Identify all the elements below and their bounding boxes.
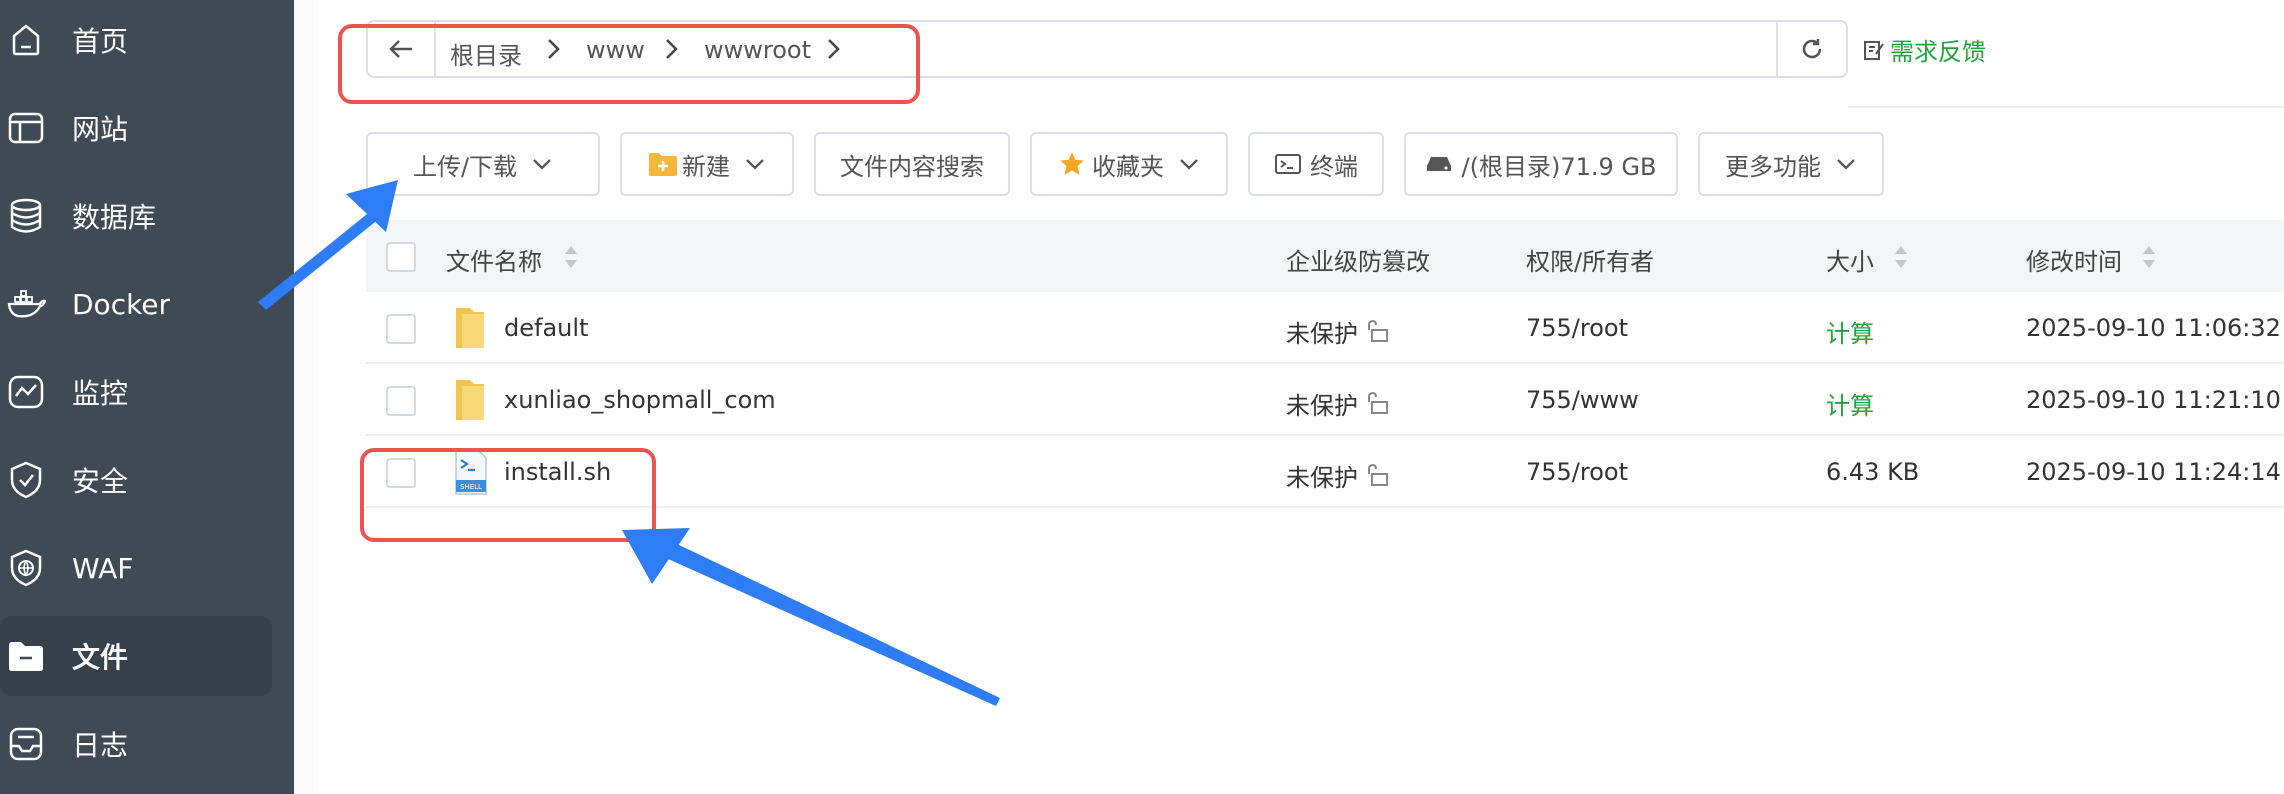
sidebar-item-logs[interactable]: 日志 (0, 704, 272, 784)
favorites-label: 收藏夹 (1092, 152, 1164, 181)
terminal-button[interactable]: 终端 (1248, 132, 1384, 196)
terminal-icon (1275, 154, 1301, 174)
modified-time: 2025-09-10 11:24:14 (2026, 458, 2281, 486)
sidebar-item-docker[interactable]: Docker (0, 264, 272, 344)
file-name[interactable]: default (504, 314, 588, 342)
table-row[interactable]: xunliao_shopmall_com 未保护 755/www 计算 2025… (366, 364, 2284, 436)
unlock-icon[interactable] (1366, 390, 1390, 416)
sidebar-item-label: 日志 (72, 729, 129, 762)
sort-icon[interactable] (564, 244, 578, 270)
modified-time: 2025-09-10 11:21:10 (2026, 386, 2281, 414)
sidebar-item-home[interactable]: 首页 (0, 0, 272, 80)
docker-icon (7, 290, 46, 318)
disk-label: /(根目录)71.9 GB (1461, 152, 1657, 181)
unlock-icon[interactable] (1366, 462, 1390, 488)
refresh-button[interactable] (1776, 22, 1846, 76)
more-functions-button[interactable]: 更多功能 (1698, 132, 1884, 196)
sidebar-item-label: 网站 (72, 113, 129, 146)
folder-icon (456, 308, 484, 348)
chevron-down-icon (1180, 159, 1198, 170)
upload-download-button[interactable]: 上传/下载 (366, 132, 600, 196)
upload-download-label: 上传/下载 (412, 152, 518, 181)
sidebar-item-waf[interactable]: WAF (0, 528, 272, 608)
refresh-icon (1802, 39, 1822, 59)
edit-icon (1864, 40, 1884, 60)
size-calc-link[interactable]: 计算 (1826, 386, 1874, 421)
log-icon (9, 727, 43, 761)
waf-icon (10, 549, 42, 587)
size-calc-link[interactable]: 计算 (1826, 314, 1874, 349)
star-icon (1060, 152, 1084, 175)
sidebar-item-label: 文件 (72, 641, 129, 674)
chevron-down-icon (746, 159, 764, 170)
sidebar-item-database[interactable]: 数据库 (0, 176, 272, 256)
folder-icon (9, 642, 43, 671)
annotation-highlight-file (360, 448, 656, 542)
protect-status: 未保护 (1286, 320, 1358, 348)
sidebar: 首页 网站 数据库 Docker 监控 安全 WAF 文件 日志 (0, 0, 294, 794)
column-header-size[interactable]: 大小 (1826, 242, 1874, 277)
database-icon (10, 198, 42, 233)
sidebar-item-label: 安全 (72, 465, 129, 498)
table-row[interactable]: default 未保护 755/root 计算 2025-09-10 11:06… (366, 292, 2284, 364)
sidebar-item-label: WAF (72, 551, 134, 585)
column-header-permission: 权限/所有者 (1526, 248, 1655, 276)
favorites-button[interactable]: 收藏夹 (1030, 132, 1228, 196)
annotation-highlight-path (338, 24, 920, 104)
protect-status: 未保护 (1286, 392, 1358, 420)
column-header-mtime[interactable]: 修改时间 (2026, 242, 2122, 277)
divider (1848, 106, 2284, 108)
sidebar-item-monitor[interactable]: 监控 (0, 352, 272, 432)
sidebar-item-files[interactable]: 文件 (0, 616, 272, 696)
modified-time: 2025-09-10 11:06:32 (2026, 314, 2281, 342)
row-checkbox[interactable] (386, 386, 416, 416)
protect-status: 未保护 (1286, 464, 1358, 492)
select-all-checkbox[interactable] (386, 242, 416, 272)
sidebar-item-label: 首页 (72, 25, 129, 58)
sidebar-item-label: 数据库 (72, 201, 157, 234)
chevron-down-icon (1837, 159, 1855, 170)
sort-icon[interactable] (1894, 244, 1908, 270)
new-folder-icon (649, 153, 677, 176)
more-functions-label: 更多功能 (1725, 152, 1821, 181)
shield-icon (10, 461, 42, 499)
monitor-icon (8, 375, 44, 409)
permission-owner[interactable]: 755/www (1526, 386, 1639, 414)
sort-icon[interactable] (2142, 244, 2156, 270)
new-label: 新建 (682, 152, 730, 181)
feedback-link[interactable]: 需求反馈 (1862, 32, 1986, 67)
permission-owner[interactable]: 755/root (1526, 458, 1628, 486)
content-search-label: 文件内容搜索 (840, 152, 984, 181)
disk-button[interactable]: /(根目录)71.9 GB (1404, 132, 1678, 196)
terminal-label: 终端 (1310, 152, 1358, 181)
sidebar-item-website[interactable]: 网站 (0, 88, 272, 168)
column-header-name[interactable]: 文件名称 (446, 242, 542, 277)
new-button[interactable]: 新建 (620, 132, 794, 196)
column-header-protect: 企业级防篡改 (1286, 248, 1430, 276)
table-header: 文件名称 企业级防篡改 权限/所有者 大小 修改时间 (366, 220, 2284, 292)
file-name[interactable]: xunliao_shopmall_com (504, 386, 776, 414)
folder-icon (456, 380, 484, 420)
sidebar-item-security[interactable]: 安全 (0, 440, 272, 520)
permission-owner[interactable]: 755/root (1526, 314, 1628, 342)
disk-icon (1426, 157, 1451, 171)
sidebar-item-label: 监控 (72, 377, 129, 410)
row-checkbox[interactable] (386, 314, 416, 344)
content-search-button[interactable]: 文件内容搜索 (814, 132, 1010, 196)
file-size: 6.43 KB (1826, 458, 1920, 486)
sidebar-item-label: Docker (72, 287, 171, 321)
unlock-icon[interactable] (1366, 318, 1390, 344)
home-icon (12, 24, 40, 56)
website-icon (8, 112, 44, 144)
chevron-down-icon (533, 159, 551, 170)
feedback-label: 需求反馈 (1890, 38, 1986, 66)
